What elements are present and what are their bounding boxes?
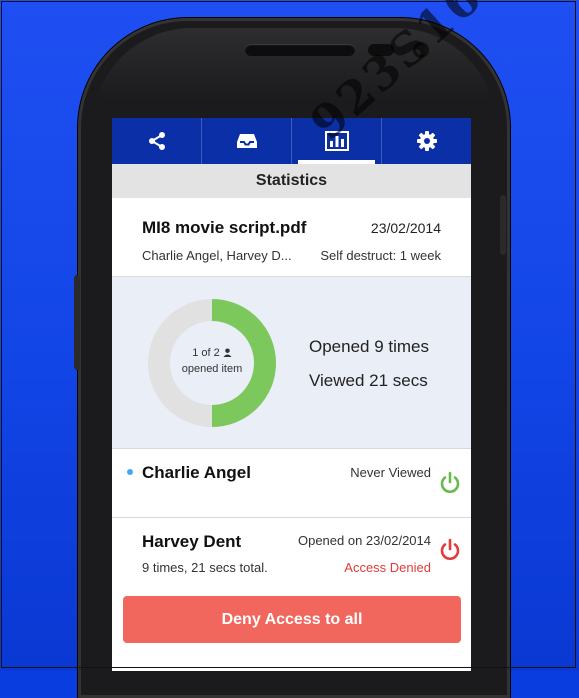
power-icon[interactable] bbox=[439, 471, 461, 500]
gear-icon bbox=[416, 130, 438, 152]
stats-panel: 1 of 2 opened item Opened 9 times Viewed… bbox=[112, 277, 471, 449]
view-status: Never Viewed bbox=[350, 465, 431, 480]
donut-count: 1 of 2 bbox=[192, 347, 220, 359]
viewed-time: Viewed 21 secs bbox=[309, 371, 428, 390]
phone-sensor bbox=[368, 44, 394, 56]
donut-caption: opened item bbox=[181, 363, 243, 375]
file-date: 23/02/2014 bbox=[370, 220, 441, 236]
tab-bar bbox=[112, 118, 471, 164]
file-name: MI8 movie script.pdf bbox=[142, 218, 307, 237]
power-icon[interactable] bbox=[439, 538, 461, 567]
recipient-row[interactable]: Harvey Dent Opened on 23/02/2014 9 times… bbox=[112, 518, 471, 582]
deny-access-all-button[interactable]: Deny Access to all bbox=[123, 596, 461, 643]
view-total: 9 times, 21 secs total. bbox=[142, 560, 268, 575]
file-card[interactable]: MI8 movie script.pdf 23/02/2014 Charlie … bbox=[112, 198, 471, 277]
tab-inbox[interactable] bbox=[201, 118, 291, 164]
recipient-name: Charlie Angel bbox=[142, 463, 251, 482]
file-recipients: Charlie Angel, Harvey D... bbox=[142, 248, 292, 263]
screen-title: Statistics bbox=[112, 164, 471, 198]
person-icon bbox=[223, 348, 232, 357]
donut-label: 1 of 2 opened item bbox=[170, 345, 254, 377]
tab-share[interactable] bbox=[112, 118, 201, 164]
phone-speaker bbox=[245, 44, 355, 56]
volume-button bbox=[74, 275, 80, 370]
recipient-name: Harvey Dent bbox=[142, 532, 242, 551]
front-camera bbox=[413, 42, 429, 58]
opened-date: Opened on 23/02/2014 bbox=[297, 533, 431, 548]
opened-count: Opened 9 times bbox=[309, 337, 430, 356]
self-destruct-label: Self destruct: 1 week bbox=[320, 248, 441, 263]
power-side-button bbox=[500, 195, 506, 255]
access-denied-label: Access Denied bbox=[344, 560, 431, 575]
statistics-icon bbox=[324, 131, 349, 151]
tab-statistics[interactable] bbox=[291, 118, 381, 164]
recipient-row[interactable]: Charlie Angel Never Viewed bbox=[112, 449, 471, 518]
tab-settings[interactable] bbox=[381, 118, 471, 164]
unread-dot bbox=[127, 469, 133, 475]
inbox-icon bbox=[236, 132, 258, 150]
share-icon bbox=[147, 131, 167, 151]
phone-screen: Statistics MI8 movie script.pdf 23/02/20… bbox=[112, 118, 471, 671]
